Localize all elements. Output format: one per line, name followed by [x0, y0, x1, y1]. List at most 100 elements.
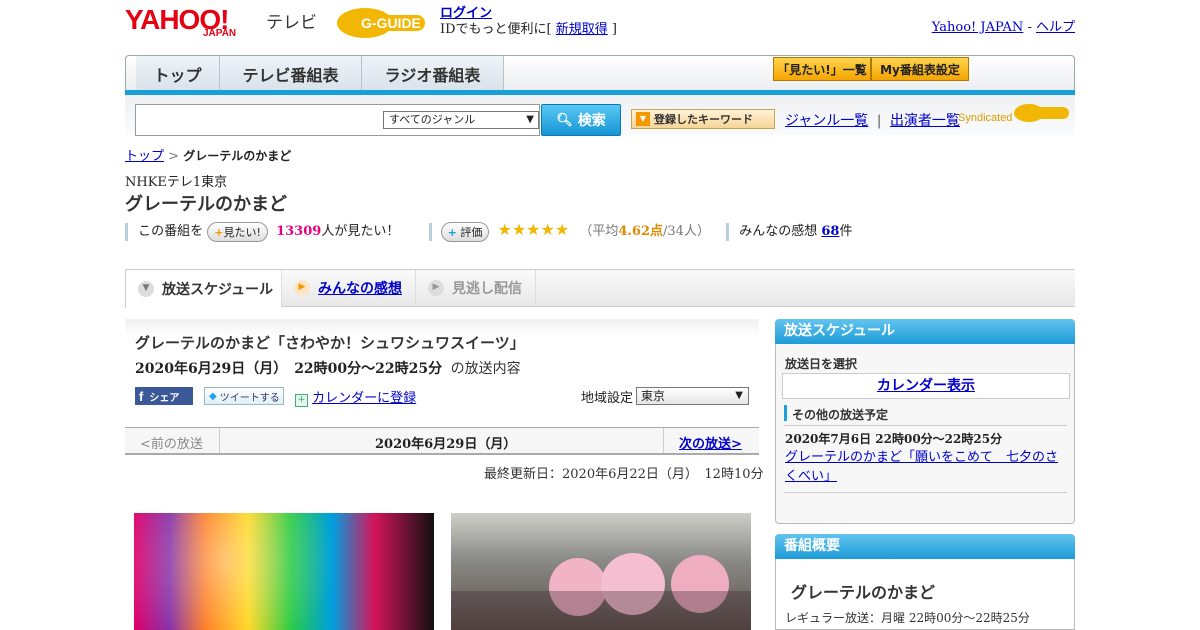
station-name: NHKEテレ1東京	[125, 175, 228, 190]
login-suffix: ]	[607, 22, 617, 37]
search-button-label: 検索	[577, 113, 606, 129]
help-link[interactable]: ヘルプ	[1036, 20, 1075, 35]
last-updated: 最終更新日：2020年6月22日（月） 12時10分	[484, 467, 764, 482]
tab-schedule[interactable]: ▼ 放送スケジュール	[125, 270, 282, 308]
episode-title: グレーテルのかまど「さわやか！シュワシュワスイーツ」	[135, 334, 525, 352]
gguide-logo-text: G-GUIDE	[361, 15, 421, 31]
regular-broadcast: レギュラー放送：月曜 22時00分～22時25分	[785, 611, 1030, 625]
header-links: Yahoo! JAPAN - ヘルプ	[932, 16, 1075, 35]
breadcrumb-top-link[interactable]: トップ	[125, 149, 164, 164]
region-label: 地域設定	[581, 391, 634, 406]
divider	[784, 425, 1067, 426]
stat-divider	[726, 222, 730, 241]
tab-reviews[interactable]: ▶ みんなの感想	[282, 270, 416, 306]
tweet-button[interactable]: ◆ ツイートする	[204, 387, 284, 405]
breadcrumb-separator: >	[164, 149, 184, 164]
section-marker	[784, 405, 787, 421]
genre-list-link[interactable]: ジャンル一覧	[785, 113, 868, 129]
header-separator: -	[1023, 20, 1036, 35]
photo-highlight	[134, 513, 434, 630]
program-tabs: ▼ 放送スケジュール ▶ みんなの感想 ▶ 見逃し配信	[125, 269, 1075, 308]
performer-list-link[interactable]: 出演者一覧	[890, 113, 960, 129]
prev-broadcast[interactable]: <前の放送	[140, 433, 203, 452]
rating-open: （平均	[579, 224, 619, 239]
login-link[interactable]: ログイン	[440, 6, 492, 21]
my-schedule-button[interactable]: My番組表設定	[871, 57, 969, 81]
signup-link[interactable]: 新規取得	[556, 22, 608, 37]
stat-divider	[125, 222, 128, 241]
tv-label: テレビ	[266, 13, 317, 33]
main-nav: トップ テレビ番組表 ラジオ番組表 「見たい!」一覧 My番組表設定	[125, 55, 1075, 93]
nav-divider	[663, 428, 664, 453]
dropdown-arrow-icon: ▼	[636, 112, 650, 126]
program-stats: この番組を +見たい! 13309人が見たい！ + 評価 ★★★★★ （平均4.…	[125, 220, 853, 242]
calendar-display-button[interactable]: カレンダー表示	[782, 373, 1070, 399]
rating-close: /34人）	[663, 224, 710, 239]
region-select-value: 東京	[641, 389, 666, 403]
calendar-icon: +	[295, 394, 308, 407]
divider	[784, 492, 1067, 493]
yahoo-japan-link[interactable]: Yahoo! JAPAN	[932, 20, 1024, 35]
tweet-label: ツイートする	[219, 392, 280, 404]
login-box: ログイン IDでもっと便利に[ 新規取得 ]	[440, 6, 617, 38]
tab-schedule-label: 放送スケジュール	[162, 282, 274, 298]
review-count-link[interactable]: 68	[821, 224, 839, 239]
episode-date-suffix: の放送内容	[450, 361, 521, 377]
gguide-logo[interactable]: G-GUIDE	[335, 6, 430, 40]
select-day-label: 放送日を選択	[785, 357, 858, 371]
want-suffix: 人が見たい！	[321, 224, 400, 239]
facebook-share-label: シェア	[149, 392, 180, 404]
registered-keyword-button[interactable]: ▼ 登録したキーワード	[631, 109, 775, 129]
search-links: ジャンル一覧 | 出演者一覧	[785, 110, 960, 130]
other-broadcast-link-text: グレーテルのかまど「願いをこめて 七夕のさくべい」	[785, 450, 1059, 484]
episode-nav: <前の放送 2020年6月29日（月） 次の放送>	[125, 427, 759, 455]
tab-reviews-label: みんなの感想	[318, 281, 402, 297]
want-button-label: 見たい!	[223, 225, 261, 239]
other-schedule-label: その他の放送予定	[792, 408, 889, 422]
review-suffix: 件	[839, 224, 853, 239]
rating-button-label: 評価	[460, 225, 483, 239]
episode-date-line: 2020年6月29日（月） 22時00分～22時25分 の放送内容	[135, 358, 521, 378]
overview-program-name: グレーテルのかまど	[791, 583, 936, 602]
want-list-button[interactable]: 「見たい!」一覧	[773, 57, 871, 81]
calendar-register-link: カレンダーに登録	[312, 391, 417, 406]
nav-tab-top[interactable]: トップ	[136, 56, 220, 92]
yahoo-logo-sub: JAPAN	[203, 28, 237, 39]
episode-date: 2020年6月29日（月） 22時00分～22時25分	[135, 361, 443, 377]
genre-select[interactable]: すべてのジャンル ▼	[383, 111, 539, 129]
next-broadcast-link[interactable]: 次の放送>	[679, 433, 742, 452]
sidebar-overview-heading: 番組概要	[775, 534, 1075, 559]
tab-missed-label: 見逃し配信	[452, 281, 522, 297]
want-prefix: この番組を	[138, 224, 204, 239]
plus-icon: +	[214, 225, 224, 239]
sidebar-schedule-box: 放送日を選択 カレンダー表示 その他の放送予定 2020年7月6日 22時00分…	[775, 344, 1075, 524]
nav-divider	[219, 428, 220, 453]
review-prefix: みんなの感想	[739, 224, 818, 239]
search-button[interactable]: 🔍︎ 検索	[541, 104, 621, 136]
want-button[interactable]: +見たい!	[207, 221, 268, 242]
facebook-icon: f	[139, 388, 144, 404]
program-title: グレーテルのかまど	[125, 194, 287, 215]
calendar-register[interactable]: + カレンダーに登録	[295, 387, 416, 407]
search-links-divider: |	[876, 113, 882, 129]
breadcrumb-current: グレーテルのかまど	[183, 149, 292, 163]
play-icon: ▶	[294, 280, 310, 296]
registered-keyword-label: 登録したキーワード	[654, 113, 753, 126]
syndicated-label: Syndicated	[958, 112, 1013, 124]
sidebar-schedule-heading: 放送スケジュール	[775, 319, 1075, 344]
chevron-down-icon: ▼	[138, 281, 154, 297]
gguide-small-logo	[1013, 103, 1069, 123]
other-broadcast-link[interactable]: グレーテルのかまど「願いをこめて 七夕のさくべい」	[785, 448, 1065, 486]
nav-tab-tv-schedule[interactable]: テレビ番組表	[220, 56, 362, 92]
region-select[interactable]: 東京 ▼	[636, 387, 749, 405]
tab-missed[interactable]: ▶ 見逃し配信	[416, 270, 536, 306]
search-icon: 🔍︎	[556, 112, 573, 128]
sweets-photo-pink	[451, 513, 751, 630]
facebook-share-button[interactable]: f シェア	[135, 387, 193, 405]
sweets-photo-rainbow	[134, 513, 434, 630]
rating-button[interactable]: + 評価	[440, 221, 490, 242]
login-prefix: IDでもっと便利に[	[440, 22, 556, 37]
rating-average: 4.62点	[618, 224, 664, 239]
nav-tab-radio-schedule[interactable]: ラジオ番組表	[362, 56, 504, 92]
current-broadcast-date: 2020年6月29日（月）	[375, 437, 517, 452]
